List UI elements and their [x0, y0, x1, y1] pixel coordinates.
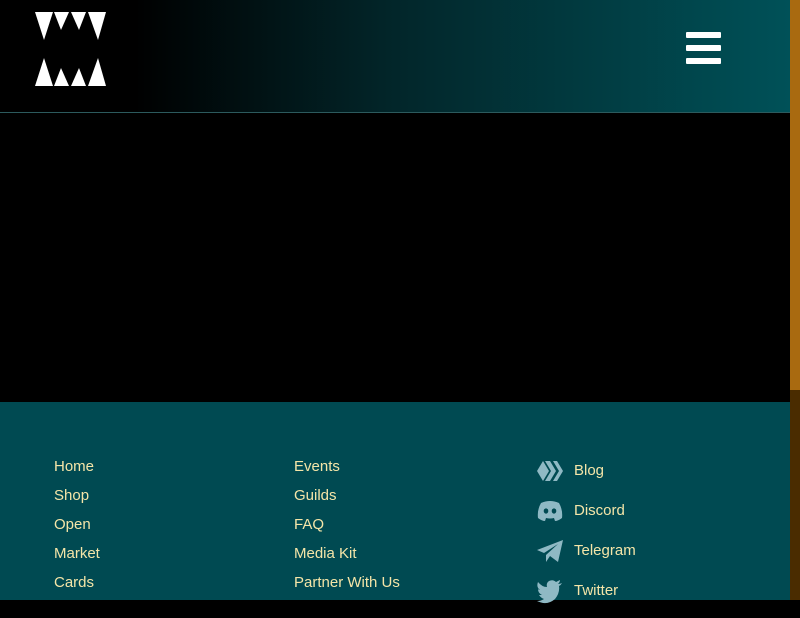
site-footer: Home Shop Open Market Cards Events Guild…: [0, 402, 790, 604]
twitter-icon: [536, 578, 564, 604]
social-link-blog[interactable]: Blog: [536, 458, 736, 498]
social-label-telegram: Telegram: [574, 542, 636, 559]
scrollbar-thumb[interactable]: [790, 0, 800, 390]
hamburger-menu-icon[interactable]: [684, 31, 722, 67]
hive-icon: [536, 458, 564, 484]
footer-link-home[interactable]: Home: [54, 458, 100, 487]
footer-social-column: Blog Discord Telegram Twitter: [536, 458, 736, 618]
footer-link-cards[interactable]: Cards: [54, 574, 100, 603]
footer-link-open[interactable]: Open: [54, 516, 100, 545]
telegram-icon: [536, 538, 564, 564]
footer-link-market[interactable]: Market: [54, 545, 100, 574]
social-link-twitter[interactable]: Twitter: [536, 578, 736, 618]
menu-bar-bottom: [686, 58, 721, 64]
footer-link-guilds[interactable]: Guilds: [294, 487, 400, 516]
site-header: [0, 0, 790, 113]
hero-area: [0, 113, 790, 402]
footer-nav-column-1: Home Shop Open Market Cards: [54, 458, 100, 603]
page-scrollbar[interactable]: [790, 0, 800, 600]
footer-link-faq[interactable]: FAQ: [294, 516, 400, 545]
footer-link-partner-with-us[interactable]: Partner With Us: [294, 574, 400, 603]
social-label-twitter: Twitter: [574, 582, 619, 599]
fangs-logo-icon[interactable]: [35, 12, 107, 88]
menu-bar-top: [686, 32, 721, 38]
social-link-discord[interactable]: Discord: [536, 498, 736, 538]
footer-link-media-kit[interactable]: Media Kit: [294, 545, 400, 574]
menu-bar-middle: [686, 45, 721, 51]
page: Home Shop Open Market Cards Events Guild…: [0, 0, 790, 604]
social-label-discord: Discord: [574, 502, 625, 519]
discord-icon: [536, 498, 564, 524]
footer-link-events[interactable]: Events: [294, 458, 400, 487]
footer-nav-column-2: Events Guilds FAQ Media Kit Partner With…: [294, 458, 400, 603]
social-link-telegram[interactable]: Telegram: [536, 538, 736, 578]
footer-link-shop[interactable]: Shop: [54, 487, 100, 516]
social-label-blog: Blog: [574, 462, 605, 479]
